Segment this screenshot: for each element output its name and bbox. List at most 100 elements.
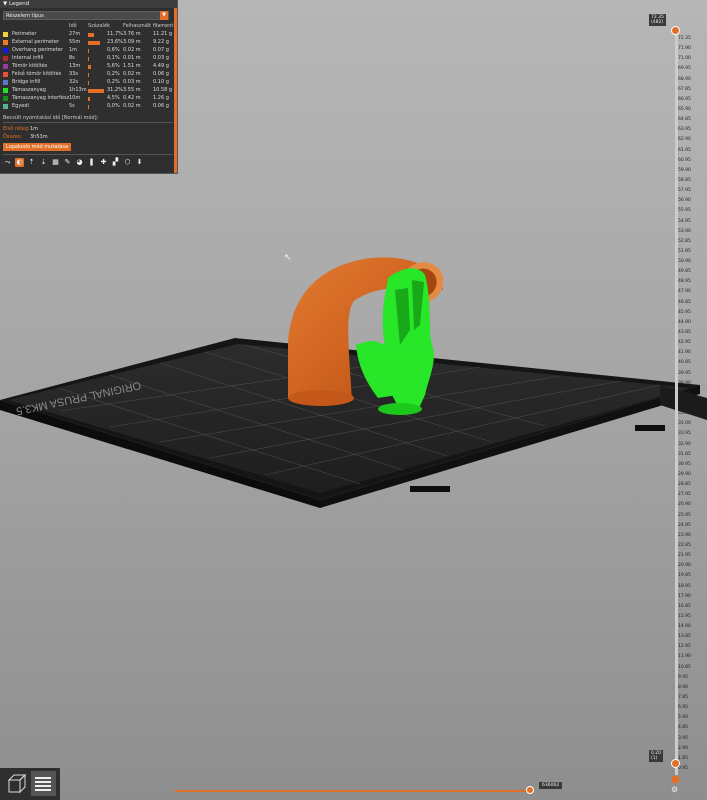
feature-name: Internal infill [12, 55, 44, 61]
layer-tick-label: 47.90 [678, 289, 691, 295]
feature-time: 1h13m [69, 87, 87, 93]
move-slider[interactable]: 636062 [175, 782, 563, 796]
legend-row[interactable]: Tömör kitöltés 13m 5,6% 1.51 m 4.49 g [3, 63, 173, 71]
feature-time: 33s [69, 71, 78, 77]
layer-tick-label: 71.90 [678, 46, 691, 52]
chevron-down-icon[interactable]: ▼ [160, 11, 168, 20]
percent-bar [88, 32, 94, 37]
top-layer-thumb[interactable] [671, 26, 680, 35]
preview-layers-icon[interactable] [31, 771, 56, 796]
layer-tick-label: 5.90 [678, 715, 689, 721]
feature-name: Overhang perimeter [12, 47, 63, 53]
feature-time: 5s [69, 103, 75, 109]
layer-tick-label: 27.95 [678, 492, 691, 498]
layer-tick-label: 8.90 [678, 684, 689, 690]
feature-name: External perimeter [12, 39, 60, 45]
move-value: 636062 [539, 782, 563, 789]
layer-tick-label: 24.95 [678, 522, 691, 528]
layer-slider[interactable]: 72.35 (482) 72.35 71.90 71.00 69.95 68.90 67.8… [649, 14, 707, 794]
layer-tick-label: 68.90 [678, 76, 691, 82]
legend-title-bar[interactable]: ▼ Legend [0, 0, 177, 8]
first-layer-row: Első réteg: 1m [3, 126, 38, 132]
layer-tick-label: 14.90 [678, 624, 691, 630]
pause-prints-icon[interactable]: ❚ [87, 158, 96, 167]
bottom-layer-thumb[interactable] [671, 759, 680, 768]
feature-length: 3.55 m [123, 87, 141, 93]
layer-tick-label: 31.85 [678, 451, 691, 457]
wipe-icon[interactable]: ◐ [15, 158, 24, 167]
legend-row[interactable]: External perimeter 55m 23,6% 3.09 m 9.22 g [3, 39, 173, 47]
percent-bar [88, 48, 89, 53]
travel-icon[interactable]: ⤳ [3, 158, 12, 167]
bottom-layer-label: 0.20 (1) [649, 750, 664, 762]
layer-tick-label: 17.90 [678, 593, 691, 599]
layer-tick-label: 11.90 [678, 654, 691, 660]
layer-tick-label: 21.95 [678, 553, 691, 559]
feature-percent: 0,0% [107, 103, 120, 109]
feature-name: Tömör kitöltés [12, 63, 48, 69]
download-icon[interactable]: ⬇ [135, 158, 144, 167]
col-percent: Százalék [88, 23, 110, 29]
feature-name: Egyedi [12, 103, 29, 109]
layer-tick-label: 55.95 [678, 208, 691, 214]
layer-tick-label: 28.85 [678, 482, 691, 488]
legend-row[interactable]: Támaszanyag 1h13m 31,2% 3.55 m 10.58 g [3, 87, 173, 95]
color-changes-icon[interactable]: ◕ [75, 158, 84, 167]
legend-row[interactable]: Felső tömör kitöltés 33s 0,2% 0.02 m 0.06 g [3, 71, 173, 79]
seams-icon[interactable]: ▦ [51, 158, 60, 167]
layer-tick-label: 37.85 [678, 390, 691, 396]
feature-percent: 0,2% [107, 71, 120, 77]
color-swatch [3, 32, 8, 37]
percent-bar [88, 80, 89, 85]
legend-row[interactable]: Támaszanyag interfész 10m 4,5% 0.42 m 1.26 g [3, 95, 173, 103]
layer-tick-label: 42.95 [678, 340, 691, 346]
move-slider-thumb[interactable] [526, 786, 534, 794]
layer-tick-label: 59.90 [678, 167, 691, 173]
legend-row[interactable]: Internal infill 8s 0,1% 0.01 m 0.03 g [3, 55, 173, 63]
layer-tick-label: 32.90 [678, 441, 691, 447]
view-type-value: Részelem típus [6, 13, 44, 19]
layer-tick-label: 20.90 [678, 563, 691, 569]
feature-percent: 4,5% [107, 95, 120, 101]
move-slider-track[interactable] [175, 790, 531, 792]
legend-row[interactable]: Perimeter 27m 11,7% 3.76 m 11.21 g [3, 31, 173, 39]
col-used-filament: Felhasznált filament [123, 23, 174, 29]
feature-length: 0.03 m [123, 79, 141, 85]
layer-tick-label: 16.85 [678, 603, 691, 609]
view-type-select[interactable]: Részelem típus ▼ [3, 11, 169, 20]
deretractions-icon[interactable]: ⇣ [39, 158, 48, 167]
layer-tick-label: 48.95 [678, 279, 691, 285]
feature-percent: 11,7% [107, 31, 123, 37]
color-swatch [3, 72, 8, 77]
3d-view-cube-icon[interactable] [4, 771, 29, 796]
feature-percent: 23,6% [107, 39, 123, 45]
feature-time: 13m [69, 63, 81, 69]
cube-icon[interactable]: ⬡ [123, 158, 132, 167]
layer-tick-label: 61.95 [678, 147, 691, 153]
layer-tick-label: 64.85 [678, 117, 691, 123]
feature-percent: 31,2% [107, 87, 123, 93]
percent-bar [88, 88, 104, 93]
retractions-icon[interactable]: ⇡ [27, 158, 36, 167]
feature-time: 1m [69, 47, 78, 53]
checkerboard-icon[interactable]: ▞ [111, 158, 120, 167]
color-swatch [3, 88, 8, 93]
tool-changes-icon[interactable]: ✎ [63, 158, 72, 167]
settings-gear-icon[interactable]: ⚙ [671, 785, 678, 794]
feature-time: 32s [69, 79, 78, 85]
col-time: Idő [69, 23, 77, 29]
legend-scrollbar[interactable] [174, 8, 177, 173]
show-stealth-mode-button[interactable]: Lopakodó mód mutatása [3, 143, 72, 151]
legend-row[interactable]: Bridge infill 32s 0,2% 0.03 m 0.10 g [3, 79, 173, 87]
custom-gcodes-icon[interactable]: ✚ [99, 158, 108, 167]
legend-panel[interactable]: ▼ Legend Részelem típus ▼ Idő Százalék F… [0, 0, 178, 174]
lock-icon[interactable] [672, 776, 679, 783]
layer-tick-label: 38.90 [678, 380, 691, 386]
legend-row[interactable]: Egyedi 5s 0,0% 0.02 m 0.06 g [3, 103, 173, 111]
legend-row[interactable]: Overhang perimeter 1m 0,6% 0.02 m 0.07 g [3, 47, 173, 55]
layer-tick-label: 23.90 [678, 532, 691, 538]
feature-length: 0.42 m [123, 95, 141, 101]
feature-percent: 0,2% [107, 79, 120, 85]
legend-header: Idő Százalék Felhasznált filament [3, 23, 173, 29]
layer-tick-label: 51.95 [678, 248, 691, 254]
